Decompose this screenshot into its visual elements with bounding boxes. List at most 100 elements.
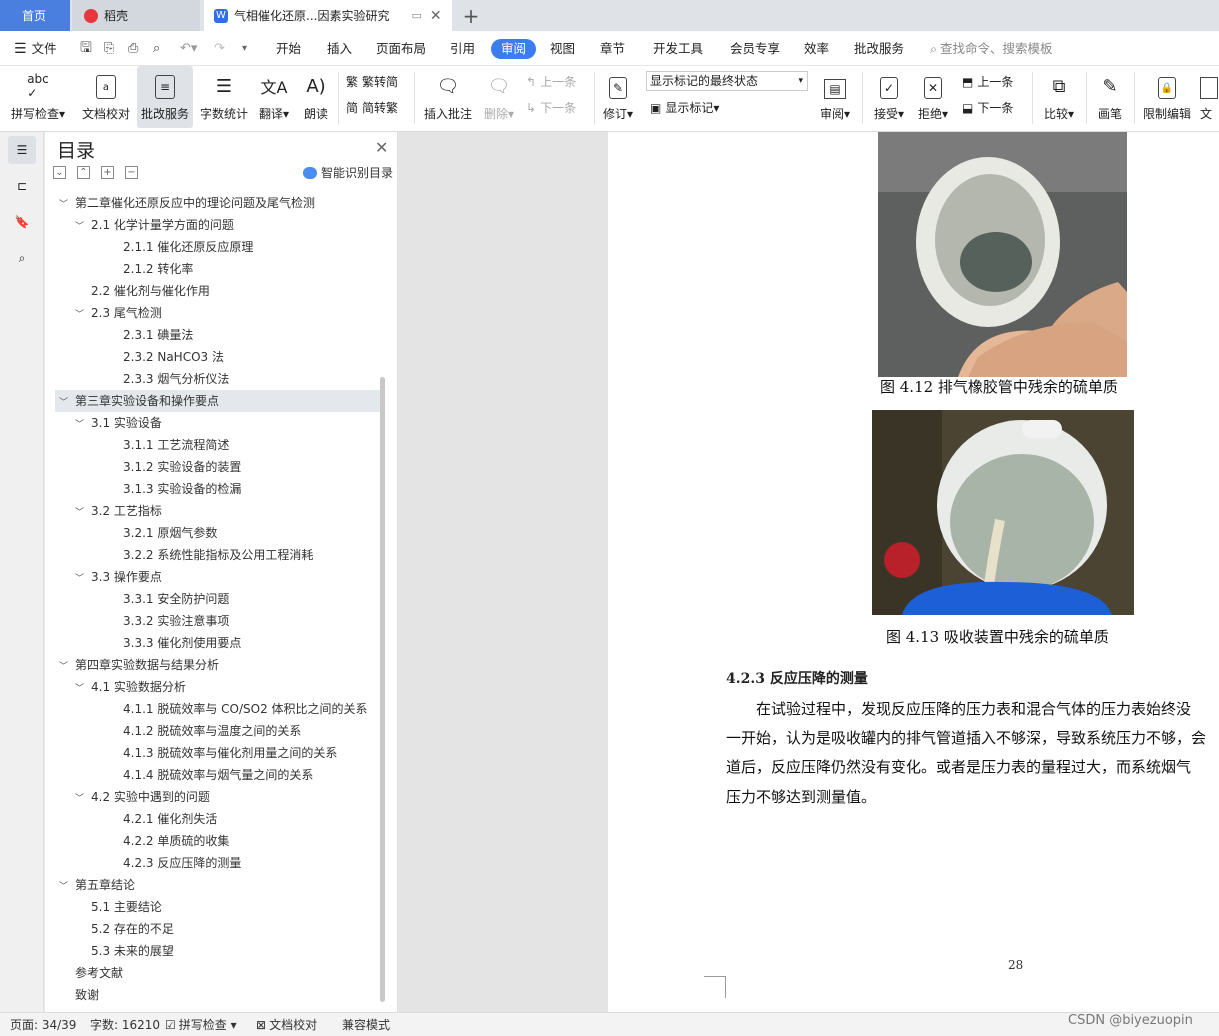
menu-member[interactable]: 会员专享 xyxy=(730,31,780,66)
chapter-nav-icon[interactable]: ⊏ xyxy=(8,172,36,200)
track-changes-button[interactable]: ✎ 修订▾ xyxy=(600,66,636,128)
toc-item[interactable]: 3.1.2 实验设备的装置 xyxy=(55,456,383,478)
print-preview-icon[interactable]: ⌕ xyxy=(153,31,160,66)
toc-item[interactable]: ﹀ 第二章催化还原反应中的理论问题及尾气检测 xyxy=(55,192,383,214)
toc-item[interactable]: 3.2.2 系统性能指标及公用工程消耗 xyxy=(55,544,383,566)
compare-button[interactable]: ⧉ 比较▾ xyxy=(1040,66,1078,128)
tab-pin-icon[interactable]: ▭ xyxy=(411,9,421,22)
menu-insert[interactable]: 插入 xyxy=(327,31,352,66)
show-markup-button[interactable]: ▣ 显示标记 ▾ xyxy=(650,98,719,118)
menu-efficiency[interactable]: 效率 xyxy=(804,31,829,66)
translate-button[interactable]: 文A 翻译▾ xyxy=(256,66,292,128)
smart-toc-button[interactable]: 智能识别目录 xyxy=(303,164,393,181)
toc-item[interactable]: 4.2.3 反应压降的测量 xyxy=(55,852,383,874)
next-change-button[interactable]: ⬓ 下一条 xyxy=(962,98,1013,118)
toc-item[interactable]: 3.1.3 实验设备的检漏 xyxy=(55,478,383,500)
menu-start[interactable]: 开始 xyxy=(276,31,301,66)
pen-button[interactable]: ✎ 画笔 xyxy=(1094,66,1126,128)
tab-document[interactable]: W 气相催化还原...因素实验研究 ▭ ✕ xyxy=(204,0,452,31)
toc-item[interactable]: ﹀ 4.1 实验数据分析 xyxy=(55,676,383,698)
chevron-down-icon[interactable]: ﹀ xyxy=(59,194,69,216)
spell-check-button[interactable]: abc ✓ 拼写检查▾ xyxy=(10,66,66,128)
read-aloud-button[interactable]: A) 朗读 xyxy=(300,66,332,128)
menu-view[interactable]: 视图 xyxy=(550,31,575,66)
toc-collapse-all-icon[interactable]: ⌄ xyxy=(53,166,66,179)
save-icon[interactable]: 🖫 xyxy=(80,31,92,66)
accept-button[interactable]: ✓ 接受▾ xyxy=(870,66,908,128)
toc-item[interactable]: ﹀ 第三章实验设备和操作要点 xyxy=(55,390,383,412)
menu-page-layout[interactable]: 页面布局 xyxy=(376,31,426,66)
toc-item[interactable]: ﹀ 第四章实验数据与结果分析 xyxy=(55,654,383,676)
toc-item[interactable]: ﹀ 3.1 实验设备 xyxy=(55,412,383,434)
chevron-down-icon[interactable]: ﹀ xyxy=(59,876,69,898)
more-quick-icon[interactable]: ▾ xyxy=(242,31,247,66)
prev-comment-button[interactable]: ↰ 上一条 xyxy=(526,72,576,92)
trad-to-simp-button[interactable]: 繁繁转简 xyxy=(346,72,398,92)
review-pane-button[interactable]: ▤ 审阅▾ xyxy=(816,66,854,128)
insert-comment-button[interactable]: 🗨 插入批注 xyxy=(422,66,474,128)
toc-item[interactable]: 5.3 未来的展望 xyxy=(55,940,383,962)
tab-daoke[interactable]: 稻壳 xyxy=(72,0,200,31)
toc-item[interactable]: 2.3.2 NaHCO3 法 xyxy=(55,346,383,368)
redo-icon[interactable]: ↷ xyxy=(214,31,225,66)
delete-comment-button[interactable]: 🗨 删除▾ xyxy=(480,66,518,128)
toc-remove-icon[interactable]: − xyxy=(125,166,138,179)
tab-home[interactable]: 首页 xyxy=(0,0,70,31)
toc-item[interactable]: ﹀ 3.3 操作要点 xyxy=(55,566,383,588)
toc-item[interactable]: 5.1 主要结论 xyxy=(55,896,383,918)
prev-change-button[interactable]: ⬒ 上一条 xyxy=(962,72,1013,92)
menu-correction-service[interactable]: 批改服务 xyxy=(854,31,904,66)
markup-state-select[interactable]: 显示标记的最终状态 ▾ xyxy=(646,71,808,91)
toc-item[interactable]: ﹀ 2.1 化学计量学方面的问题 xyxy=(55,214,383,236)
menu-chapter[interactable]: 章节 xyxy=(600,31,625,66)
command-search[interactable]: ⌕ 查找命令、搜索模板 xyxy=(930,31,1053,66)
correction-service-button[interactable]: ≡ 批改服务 xyxy=(137,66,193,128)
toc-item[interactable]: 4.2.2 单质硫的收集 xyxy=(55,830,383,852)
doc-proof-status[interactable]: ⊠ 文档校对 xyxy=(256,1013,317,1036)
toc-scrollbar[interactable] xyxy=(380,377,385,1002)
toc-item[interactable]: 4.1.3 脱硫效率与催化剂用量之间的关系 xyxy=(55,742,383,764)
toc-item[interactable]: 3.3.1 安全防护问题 xyxy=(55,588,383,610)
toc-item[interactable]: 3.3.2 实验注意事项 xyxy=(55,610,383,632)
toc-item[interactable]: ﹀ 2.3 尾气检测 xyxy=(55,302,383,324)
menu-review[interactable]: 审阅 xyxy=(491,39,537,59)
toc-expand-up-icon[interactable]: ⌃ xyxy=(77,166,90,179)
toc-item[interactable]: ﹀ 4.2 实验中遇到的问题 xyxy=(55,786,383,808)
toc-item[interactable]: 4.1.4 脱硫效率与烟气量之间的关系 xyxy=(55,764,383,786)
chevron-down-icon[interactable]: ﹀ xyxy=(59,656,69,678)
toc-item[interactable]: 2.2 催化剂与催化作用 xyxy=(55,280,383,302)
undo-icon[interactable]: ↶▾ xyxy=(180,31,197,66)
tab-close-icon[interactable]: ✕ xyxy=(430,8,442,24)
doc-permission-button[interactable]: 文 xyxy=(1200,66,1219,128)
file-menu[interactable]: ☰ 文件 xyxy=(14,31,57,66)
menu-reference[interactable]: 引用 xyxy=(450,31,475,66)
spell-check-status[interactable]: ☑ 拼写检查 ▾ xyxy=(165,1013,237,1036)
toc-item[interactable]: 2.1.1 催化还原反应原理 xyxy=(55,236,383,258)
menu-dev-tools[interactable]: 开发工具 xyxy=(653,31,703,66)
toc-item[interactable]: 4.1.1 脱硫效率与 CO/SO2 体积比之间的关系 xyxy=(55,698,383,720)
next-comment-button[interactable]: ↳ 下一条 xyxy=(526,98,576,118)
print-icon[interactable]: ⎙ xyxy=(128,31,138,66)
toc-icon[interactable]: ☰ xyxy=(8,136,36,164)
export-pdf-icon[interactable]: ⎘ xyxy=(104,31,114,66)
toc-item[interactable]: 5.2 存在的不足 xyxy=(55,918,383,940)
chevron-down-icon[interactable]: ﹀ xyxy=(75,502,85,524)
close-icon[interactable]: ✕ xyxy=(375,138,388,157)
chevron-down-icon[interactable]: ﹀ xyxy=(75,304,85,326)
toc-item[interactable]: 致谢 xyxy=(55,984,383,1002)
toc-item[interactable]: ﹀ 第五章结论 xyxy=(55,874,383,896)
chevron-down-icon[interactable]: ﹀ xyxy=(59,392,69,414)
word-count-status[interactable]: 字数: 16210 xyxy=(90,1013,160,1036)
chevron-down-icon[interactable]: ﹀ xyxy=(75,788,85,810)
toc-item[interactable]: 参考文献 xyxy=(55,962,383,984)
toc-item[interactable]: 3.1.1 工艺流程简述 xyxy=(55,434,383,456)
chevron-down-icon[interactable]: ﹀ xyxy=(75,568,85,590)
toc-item[interactable]: 2.1.2 转化率 xyxy=(55,258,383,280)
toc-add-icon[interactable]: + xyxy=(101,166,114,179)
word-count-button[interactable]: ☰ 字数统计 xyxy=(199,66,249,128)
toc-item[interactable]: ﹀ 3.2 工艺指标 xyxy=(55,500,383,522)
chevron-down-icon[interactable]: ﹀ xyxy=(75,414,85,436)
new-tab-button[interactable]: + xyxy=(456,0,486,31)
find-icon[interactable]: ⌕ xyxy=(8,244,36,272)
doc-proof-button[interactable]: a 文档校对 xyxy=(80,66,132,128)
